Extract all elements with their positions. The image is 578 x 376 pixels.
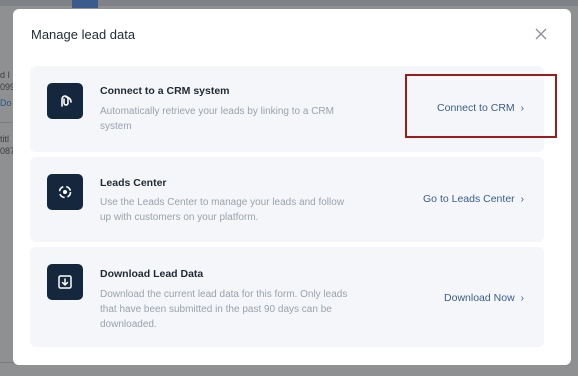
card-title: Download Lead Data	[100, 268, 204, 280]
close-icon	[535, 28, 547, 40]
action-label: Download Now	[444, 292, 515, 304]
chevron-right-icon: ›	[520, 193, 524, 205]
card-description: Automatically retrieve your leads by lin…	[100, 106, 334, 132]
download-lead-data-card: Download Lead Data Download the current …	[30, 247, 544, 347]
background-divider	[0, 122, 12, 123]
close-button[interactable]	[533, 26, 549, 42]
modal-title: Manage lead data	[31, 27, 136, 42]
background-search-button	[72, 0, 98, 8]
leads-center-card: Leads Center Use the Leads Center to man…	[30, 157, 544, 242]
card-description: Use the Leads Center to manage your lead…	[100, 197, 345, 223]
download-now-link[interactable]: Download Now ›	[444, 292, 524, 304]
download-icon	[47, 264, 83, 300]
card-description: Download the current lead data for this …	[100, 289, 348, 330]
manage-lead-data-modal: Manage lead data Connect to a CRM system…	[13, 9, 571, 365]
background-link-fragment: Do	[0, 98, 12, 108]
go-to-leads-center-link[interactable]: Go to Leads Center ›	[423, 193, 524, 205]
crm-link-icon	[47, 83, 83, 119]
card-title: Leads Center	[100, 177, 167, 189]
background-text-fragment: d I	[0, 70, 11, 80]
leads-center-icon	[47, 174, 83, 210]
card-title: Connect to a CRM system	[100, 85, 230, 97]
chevron-right-icon: ›	[520, 292, 524, 304]
background-text-fragment: titl	[0, 134, 9, 144]
highlight-box	[405, 74, 557, 138]
action-label: Go to Leads Center	[423, 193, 515, 205]
